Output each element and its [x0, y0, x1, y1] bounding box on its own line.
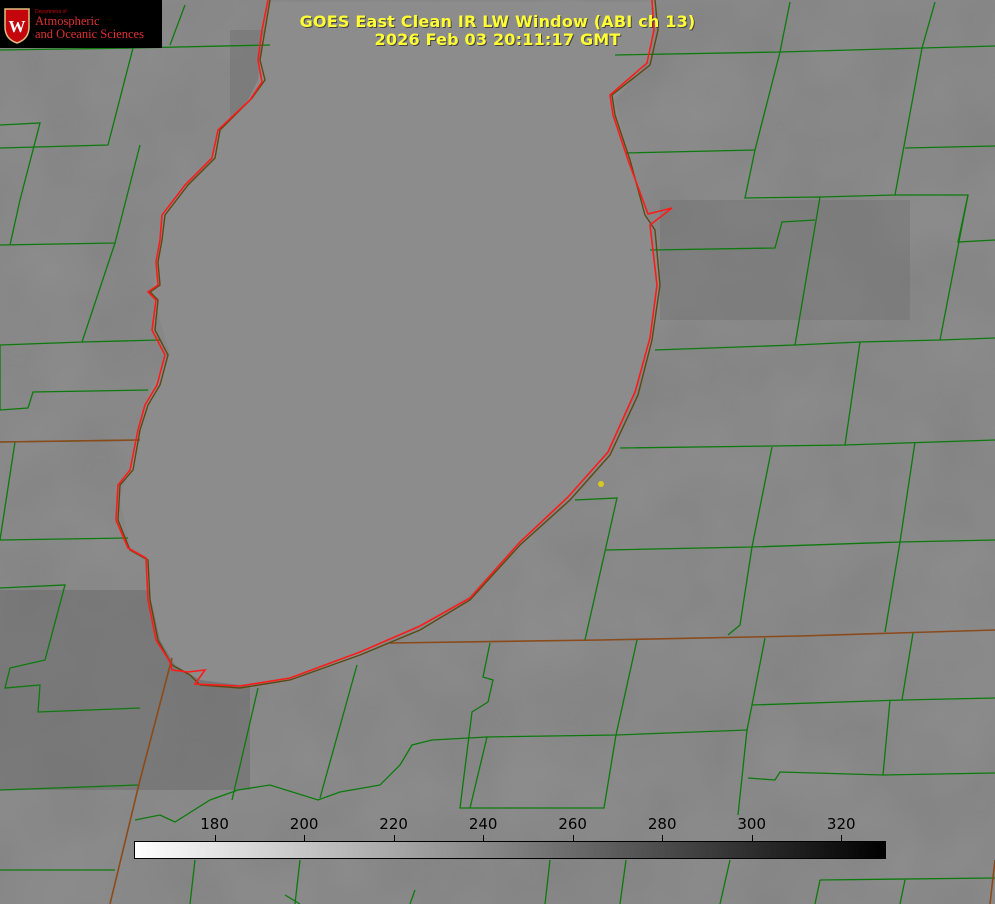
- satellite-map: [0, 0, 995, 904]
- colorbar-tick-label: 220: [379, 815, 408, 833]
- colorbar-tick-label: 180: [200, 815, 229, 833]
- colorbar-tick-label: 200: [289, 815, 319, 833]
- colorbar-tick-label: 320: [826, 815, 856, 833]
- colorbar-tick-label: 300: [737, 815, 767, 833]
- image-title: GOES East Clean IR LW Window (ABI ch 13): [299, 12, 696, 31]
- image-timestamp: 2026 Feb 03 20:11:17 GMT: [374, 30, 621, 49]
- colorbar-tick-label: 240: [468, 815, 498, 833]
- colorbar-tick-label: 260: [558, 815, 587, 833]
- colorbar-tick-label: 280: [647, 815, 677, 833]
- colorbar: [134, 841, 886, 859]
- dark-cloud-east: [660, 200, 910, 320]
- location-marker: [598, 481, 604, 487]
